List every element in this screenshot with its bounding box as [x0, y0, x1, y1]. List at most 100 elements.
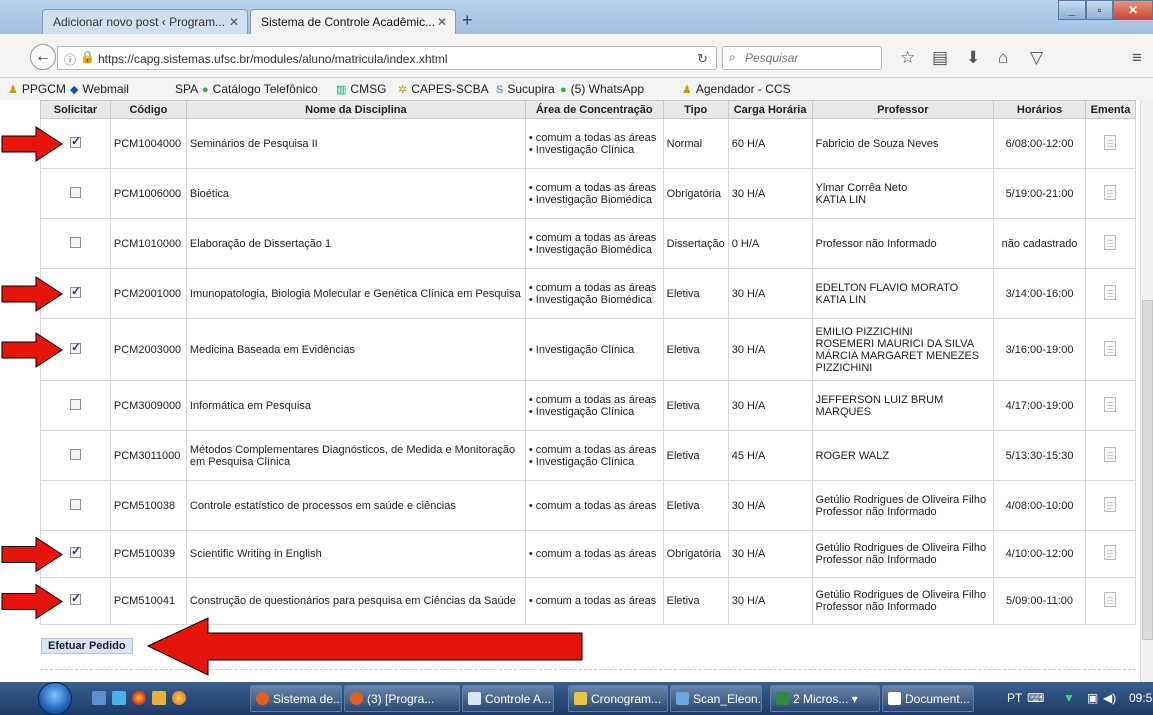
solicitar-checkbox[interactable]: [69, 285, 81, 298]
new-tab-icon[interactable]: +: [462, 10, 473, 31]
carga-cell: 60 H/A: [727, 118, 813, 169]
solicitar-checkbox[interactable]: [69, 341, 81, 354]
show-desktop-icon[interactable]: [92, 691, 106, 705]
header-area: Área de Concentração: [524, 100, 664, 119]
professor-line: Fabricio de Souza Neves: [815, 137, 939, 150]
area-cell: • comum a todas as áreas: [524, 577, 664, 625]
home-icon[interactable]: ⌂: [998, 48, 1008, 68]
bookmark-catalogo[interactable]: ● Catálogo Telefônico: [202, 82, 318, 96]
document-icon[interactable]: [1104, 496, 1117, 512]
back-arrow-icon[interactable]: ←: [30, 44, 56, 70]
close-tab-icon[interactable]: ✕: [437, 15, 447, 29]
search-bar[interactable]: ⌕: [722, 46, 882, 70]
taskbar-item-document[interactable]: Document...: [882, 685, 974, 712]
area-cell: • comum a todas as áreas • Investigação C…: [524, 118, 664, 169]
efetuar-pedido-button[interactable]: Efetuar Pedido: [41, 638, 133, 654]
professor-cell: Getúlio Rodrigues de Oliveira Filho Profe…: [811, 530, 995, 578]
table-row: PCM510038 Controle estatístico de proces…: [40, 480, 1137, 531]
bookmark-webmail[interactable]: ◆ Webmail: [70, 82, 129, 96]
download-icon[interactable]: ⬇: [966, 48, 980, 68]
solicitar-checkbox[interactable]: [69, 398, 81, 410]
area-line: • comum a todas as áreas: [528, 499, 657, 512]
solicitar-checkbox[interactable]: [69, 448, 81, 460]
keyboard-icon[interactable]: ⌨: [1027, 691, 1044, 705]
bookmark-whatsapp[interactable]: ● (5) WhatsApp: [560, 82, 644, 96]
catalog-icon: ●: [202, 84, 209, 96]
taskbar-item-progra[interactable]: (3) [Progra...: [344, 685, 460, 712]
url-text[interactable]: https://capg.sistemas.ufsc.br/modules/al…: [98, 52, 448, 66]
shield-icon[interactable]: ▼: [1063, 691, 1075, 705]
document-icon[interactable]: [1104, 446, 1117, 462]
close-window-icon[interactable]: ✕: [1113, 0, 1153, 20]
professor-line: Ylmar Corrêa Neto: [815, 181, 908, 194]
volume-icon[interactable]: ◀): [1103, 691, 1116, 705]
area-line: • comum a todas as áreas: [528, 443, 657, 456]
professor-cell: JEFFERSON LUIZ BRUM MARQUES: [811, 380, 995, 431]
pocket-icon[interactable]: ▽: [1030, 48, 1043, 68]
horario-cell: 4/10:00-12:00: [993, 530, 1086, 578]
document-icon[interactable]: [1104, 396, 1117, 412]
close-tab-icon[interactable]: ✕: [229, 15, 239, 29]
taskbar-item-controle[interactable]: Controle A...: [462, 685, 554, 712]
carga-cell: 30 H/A: [727, 530, 813, 578]
bookmark-ppgcm[interactable]: ♟ PPGCM: [8, 82, 66, 96]
codigo-cell: PCM1004000: [109, 118, 187, 169]
solicitar-checkbox[interactable]: [69, 186, 81, 198]
tab-sistema-controle[interactable]: Sistema de Controle Acadêmic... ✕: [250, 9, 456, 34]
horario-cell: 5/13:30-15:30: [993, 430, 1086, 481]
tipo-cell: Eletiva: [662, 318, 729, 381]
horario-cell: 3/14:00-16:00: [993, 268, 1086, 319]
page-scrollbar[interactable]: [1140, 100, 1153, 682]
document-icon[interactable]: [1104, 134, 1117, 150]
bookmark-cmsg[interactable]: ▥ CMSG: [336, 82, 386, 96]
area-line: • Investigação Clínica: [528, 405, 635, 418]
document-icon[interactable]: [1104, 340, 1117, 356]
disciplina-cell: Informática em Pesquisa: [185, 380, 526, 431]
bookmark-capes[interactable]: ✲ CAPES-SCBA: [398, 82, 489, 96]
bookmark-star-icon[interactable]: ☆: [900, 48, 915, 68]
start-button[interactable]: [36, 682, 74, 715]
maximize-icon[interactable]: ▫: [1086, 0, 1113, 20]
language-indicator[interactable]: PT: [1007, 691, 1022, 705]
professor-line: Getúlio Rodrigues de Oliveira Filho: [815, 493, 987, 506]
bookmark-agendador[interactable]: ♟ Agendador - CCS: [682, 82, 791, 96]
solicitar-cell: [40, 480, 111, 531]
firefox-icon[interactable]: [172, 691, 186, 705]
url-bar[interactable]: ⓘ 🔒 https://capg.sistemas.ufsc.br/module…: [57, 46, 717, 70]
document-icon[interactable]: [1104, 284, 1117, 300]
document-icon[interactable]: [1104, 545, 1117, 560]
document-icon[interactable]: [1104, 184, 1117, 200]
bookmark-spa[interactable]: SPA: [175, 82, 198, 96]
bookmarks-list-icon[interactable]: ▤: [932, 48, 948, 68]
header-tipo: Tipo: [662, 100, 729, 119]
network-icon[interactable]: ▣: [1087, 691, 1098, 705]
solicitar-checkbox[interactable]: [69, 592, 81, 605]
professor-cell: Professor não Informado: [811, 218, 995, 269]
solicitar-cell: [40, 218, 111, 269]
area-line: • Investigação Biomédica: [528, 243, 652, 256]
taskbar-item-scan[interactable]: Scan_Eleon...: [670, 685, 762, 712]
menu-icon[interactable]: ≡: [1132, 48, 1142, 68]
info-icon[interactable]: ⓘ: [64, 51, 76, 68]
taskbar-item-cronogram[interactable]: Cronogram...: [568, 685, 668, 712]
bookmark-sucupira[interactable]: S Sucupira: [496, 82, 555, 96]
tab-adicionar-post[interactable]: Adicionar novo post ‹ Program... ✕: [42, 9, 248, 34]
explorer-icon[interactable]: [112, 691, 126, 705]
document-icon: [888, 692, 901, 705]
scrollbar-thumb[interactable]: [1142, 300, 1153, 640]
solicitar-checkbox[interactable]: [69, 498, 81, 510]
clock[interactable]: 09:55: [1129, 691, 1153, 705]
search-input[interactable]: [745, 50, 875, 66]
chrome-icon[interactable]: [132, 691, 146, 705]
taskbar-item-micros[interactable]: 2 Micros... ▾: [770, 685, 880, 712]
minimize-icon[interactable]: _: [1058, 0, 1086, 20]
solicitar-checkbox[interactable]: [69, 135, 81, 148]
codigo-cell: PCM510041: [109, 577, 187, 625]
solicitar-checkbox[interactable]: [69, 236, 81, 248]
solicitar-checkbox[interactable]: [69, 545, 81, 558]
taskbar-item-sistema[interactable]: Sistema de...: [250, 685, 342, 712]
app-icon[interactable]: [152, 691, 166, 705]
reload-icon[interactable]: ↻: [697, 51, 708, 67]
document-icon[interactable]: [1104, 592, 1117, 607]
document-icon[interactable]: [1104, 234, 1117, 250]
